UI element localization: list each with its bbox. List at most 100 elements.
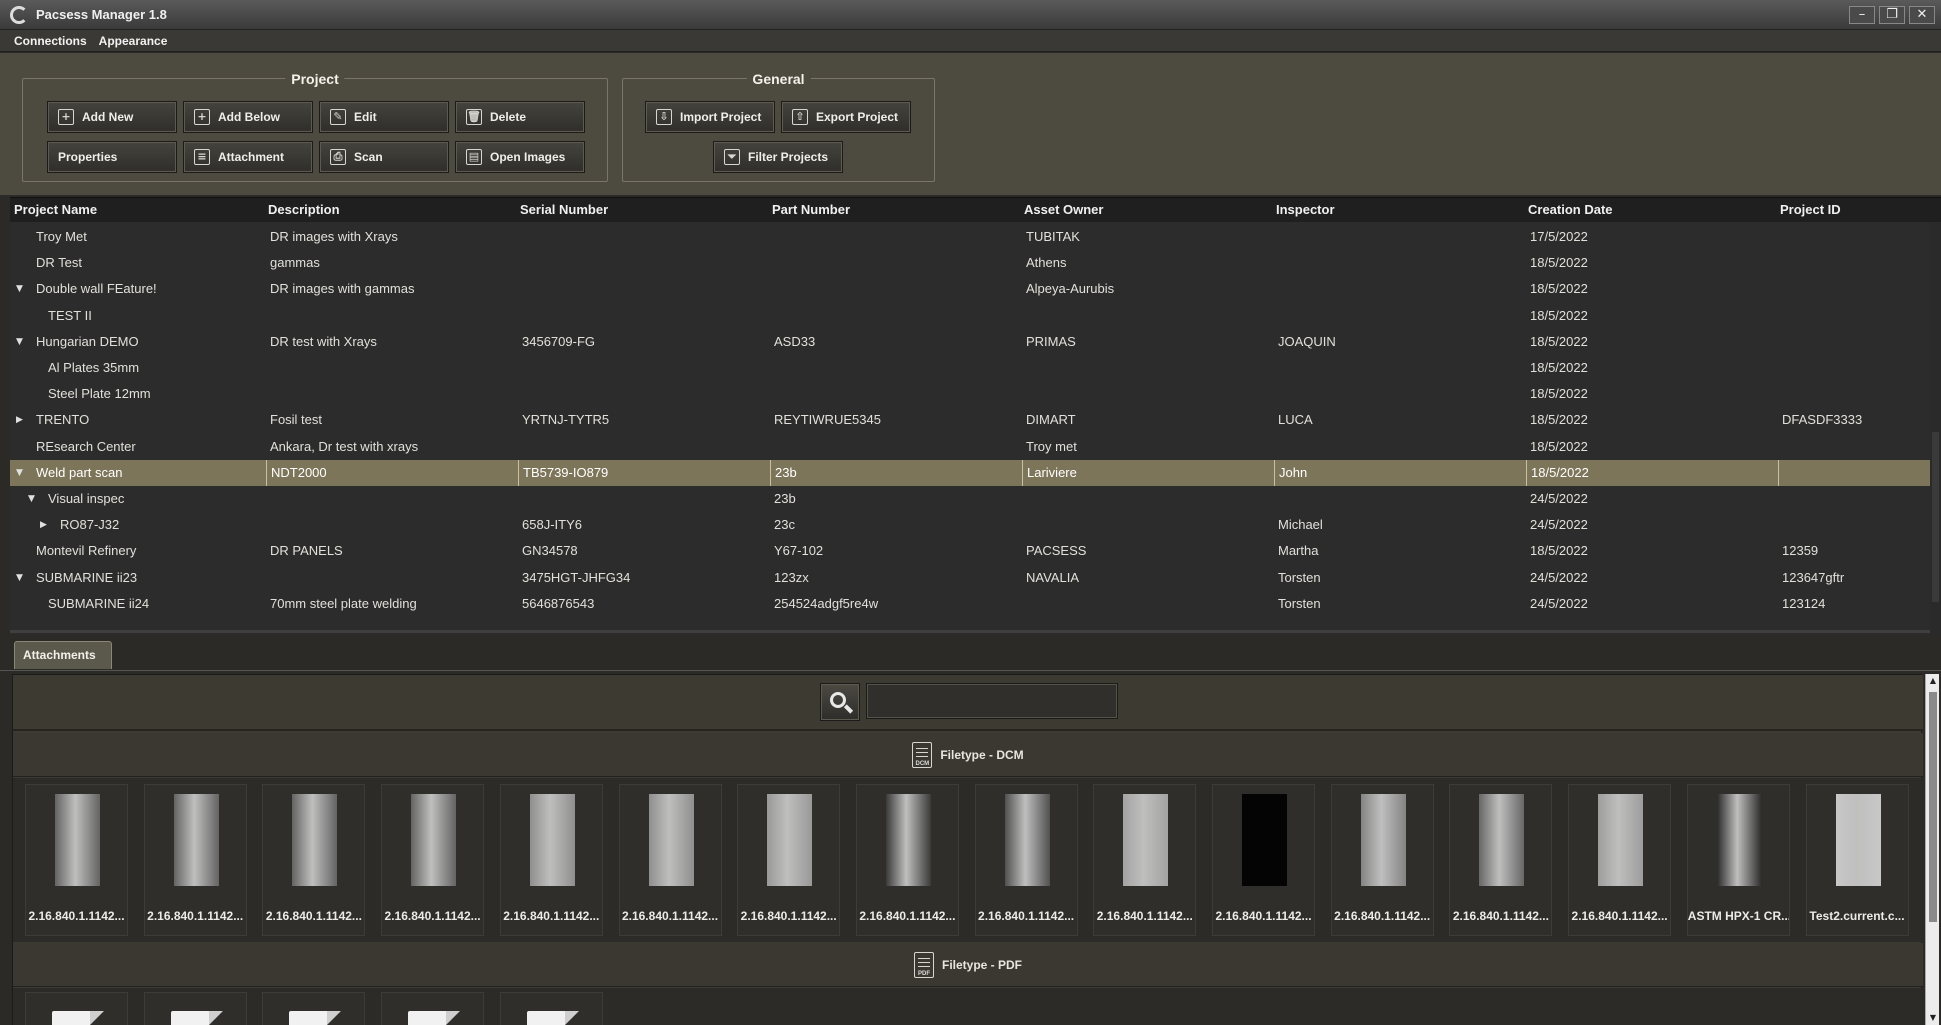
import-project-button[interactable]: ⇩ Import Project [645, 101, 775, 133]
column-header-creation-date[interactable]: Creation Date [1524, 198, 1776, 222]
dcm-thumbnail[interactable]: 2.16.840.1.1142... [143, 784, 247, 936]
cell-inspector: John [1274, 459, 1526, 486]
properties-button[interactable]: Properties [47, 141, 177, 173]
cell-owner [1022, 381, 1274, 407]
delete-button[interactable]: 🗑 Delete [455, 101, 585, 133]
collapse-arrow-icon[interactable]: ▼ [16, 329, 23, 355]
table-row[interactable]: SUBMARINE ii24 70mm steel plate welding 56… [10, 591, 1930, 617]
add-new-button[interactable]: + Add New [47, 101, 177, 133]
dcm-thumbnail[interactable]: 2.16.840.1.1142... [974, 784, 1078, 936]
tab-attachments[interactable]: Attachments [14, 641, 112, 669]
dcm-thumbnail[interactable]: 2.16.840.1.1142... [618, 784, 722, 936]
column-header-project-name[interactable]: Project Name [10, 198, 264, 222]
maximize-button[interactable]: ❐ [1879, 6, 1905, 24]
menu-connections[interactable]: Connections [14, 34, 87, 48]
edit-button[interactable]: ✎ Edit [319, 101, 449, 133]
column-header-project-id[interactable]: Project ID [1776, 198, 1930, 222]
export-project-button[interactable]: ⇧ Export Project [781, 101, 911, 133]
xray-image-icon [55, 794, 100, 886]
collapse-arrow-icon[interactable]: ▼ [28, 486, 35, 512]
scanner-icon: ⎙ [330, 149, 346, 165]
search-input[interactable] [866, 683, 1118, 719]
dcm-thumbnail[interactable]: 2.16.840.1.1142... [1449, 784, 1553, 936]
search-button[interactable] [820, 683, 860, 721]
pdf-thumbnail[interactable] [381, 992, 485, 1025]
attachment-button[interactable]: ≡ Attachment [183, 141, 313, 173]
pdf-thumbnail[interactable] [143, 992, 247, 1025]
attachments-scrollbar-thumb[interactable] [1929, 692, 1937, 922]
column-header-description[interactable]: Description [264, 198, 516, 222]
table-row[interactable]: Troy Met DR images with Xrays TUBITAK 17/5/… [10, 224, 1930, 250]
dcm-thumbnail[interactable]: 2.16.840.1.1142... [499, 784, 603, 936]
menu-appearance[interactable]: Appearance [99, 34, 168, 48]
table-row[interactable]: Hungarian DEMO DR test with Xrays 3456709-… [10, 329, 1930, 355]
collapse-arrow-icon[interactable]: ▼ [16, 565, 23, 591]
table-row[interactable]: TEST II 18/5/2022 [10, 303, 1930, 329]
dcm-thumbnail[interactable]: 2.16.840.1.1142... [25, 784, 128, 936]
dcm-thumbnail[interactable]: 2.16.840.1.1142... [737, 784, 841, 936]
table-row[interactable]: Al Plates 35mm 18/5/2022 [10, 355, 1930, 381]
open-images-button[interactable]: ▤ Open Images [455, 141, 585, 173]
dcm-thumbnail[interactable]: 2.16.840.1.1142... [1212, 784, 1315, 936]
cell-part [770, 250, 1022, 276]
cell-inspector [1274, 434, 1526, 460]
minimize-button[interactable]: – [1849, 6, 1875, 24]
attachments-search-bar [13, 675, 1923, 731]
scroll-down-icon[interactable]: ▼ [1926, 1011, 1940, 1025]
column-header-part-number[interactable]: Part Number [768, 198, 1020, 222]
cell-part: 23b [774, 491, 796, 506]
tabs-bar: Attachments [0, 635, 1941, 671]
cell-date: 18/5/2022 [1530, 307, 1588, 323]
close-button[interactable]: ✕ [1909, 6, 1935, 24]
pdf-thumbnail[interactable] [499, 992, 603, 1025]
dcm-thumbnail[interactable]: ASTM HPX-1 CR... [1686, 784, 1790, 936]
dcm-thumbnail[interactable]: 2.16.840.1.1142... [262, 784, 366, 936]
collapse-arrow-icon[interactable]: ▼ [16, 276, 23, 302]
cell-serial [518, 381, 770, 407]
cell-serial [518, 276, 770, 302]
filter-projects-button[interactable]: ⏷ Filter Projects [713, 141, 843, 173]
column-header-serial-number[interactable]: Serial Number [516, 198, 768, 222]
dcm-thumbnail[interactable]: 2.16.840.1.1142... [1568, 784, 1672, 936]
scroll-up-icon[interactable]: ▲ [1926, 674, 1940, 688]
dcm-thumbnail[interactable]: 2.16.840.1.1142... [855, 784, 959, 936]
cell-id: DFASDF3333 [1782, 412, 1863, 428]
table-row[interactable]: RO87-J32 658J-ITY6 23c Michael 24/5/2022 ▶ [10, 512, 1930, 538]
table-scrollbar-thumb[interactable] [1932, 432, 1939, 602]
table-row[interactable]: Double wall FEature! DR images with gamma… [10, 276, 1930, 302]
cell-name: DR Test [36, 255, 82, 271]
cell-id [1778, 486, 1932, 512]
table-row[interactable]: TRENTO Fosil test YRTNJ-TYTR5 REYTIWRUE5345… [10, 407, 1930, 433]
table-row[interactable]: Weld part scan NDT2000 TB5739-IO879 23b Lari… [10, 459, 1930, 486]
dcm-thumbnail[interactable]: Test2.current.c... [1805, 784, 1909, 936]
column-header-inspector[interactable]: Inspector [1272, 198, 1524, 222]
dcm-thumbnail[interactable]: 2.16.840.1.1142... [1093, 784, 1197, 936]
cell-owner: Athens [1026, 255, 1067, 271]
xray-image-icon [173, 794, 219, 886]
pdf-thumbnail[interactable] [25, 992, 128, 1025]
table-row[interactable]: REsearch Center Ankara, Dr test with xray… [10, 434, 1930, 460]
collapse-arrow-icon[interactable]: ▼ [16, 460, 23, 486]
column-header-asset-owner[interactable]: Asset Owner [1020, 198, 1272, 222]
dcm-thumbnail[interactable]: 2.16.840.1.1142... [381, 784, 485, 936]
cell-part [770, 355, 1022, 381]
table-row[interactable]: DR Test gammas Athens 18/5/2022 [10, 250, 1930, 276]
pdf-thumbnail[interactable] [262, 992, 366, 1025]
dcm-thumbnail-label: 2.16.840.1.1142... [1334, 909, 1431, 923]
dcm-thumbnail[interactable]: 2.16.840.1.1142... [1330, 784, 1434, 936]
add-below-button[interactable]: + Add Below [183, 101, 313, 133]
attachments-scrollbar[interactable]: ▲ ▼ [1925, 674, 1939, 1025]
cell-description: DR images with gammas [270, 281, 415, 297]
xray-image-icon [1242, 794, 1287, 886]
table-scrollbar[interactable] [1930, 222, 1941, 635]
expand-arrow-icon[interactable]: ▶ [40, 512, 47, 538]
cell-name: Weld part scan [36, 464, 123, 480]
expand-arrow-icon[interactable]: ▶ [16, 407, 23, 433]
dcm-file-icon: DCM [912, 741, 933, 768]
table-row[interactable]: Steel Plate 12mm 18/5/2022 [10, 381, 1930, 407]
table-row[interactable]: Montevil Refinery DR PANELS GN34578 Y67-102… [10, 538, 1930, 564]
scan-button[interactable]: ⎙ Scan [319, 141, 449, 173]
table-row[interactable]: Visual inspec 23b 24/5/2022 ▼ [10, 486, 1930, 512]
table-row[interactable]: SUBMARINE ii23 3475HGT-JHFG34 123zx NAVALIA… [10, 565, 1930, 591]
cell-id [1778, 512, 1932, 538]
